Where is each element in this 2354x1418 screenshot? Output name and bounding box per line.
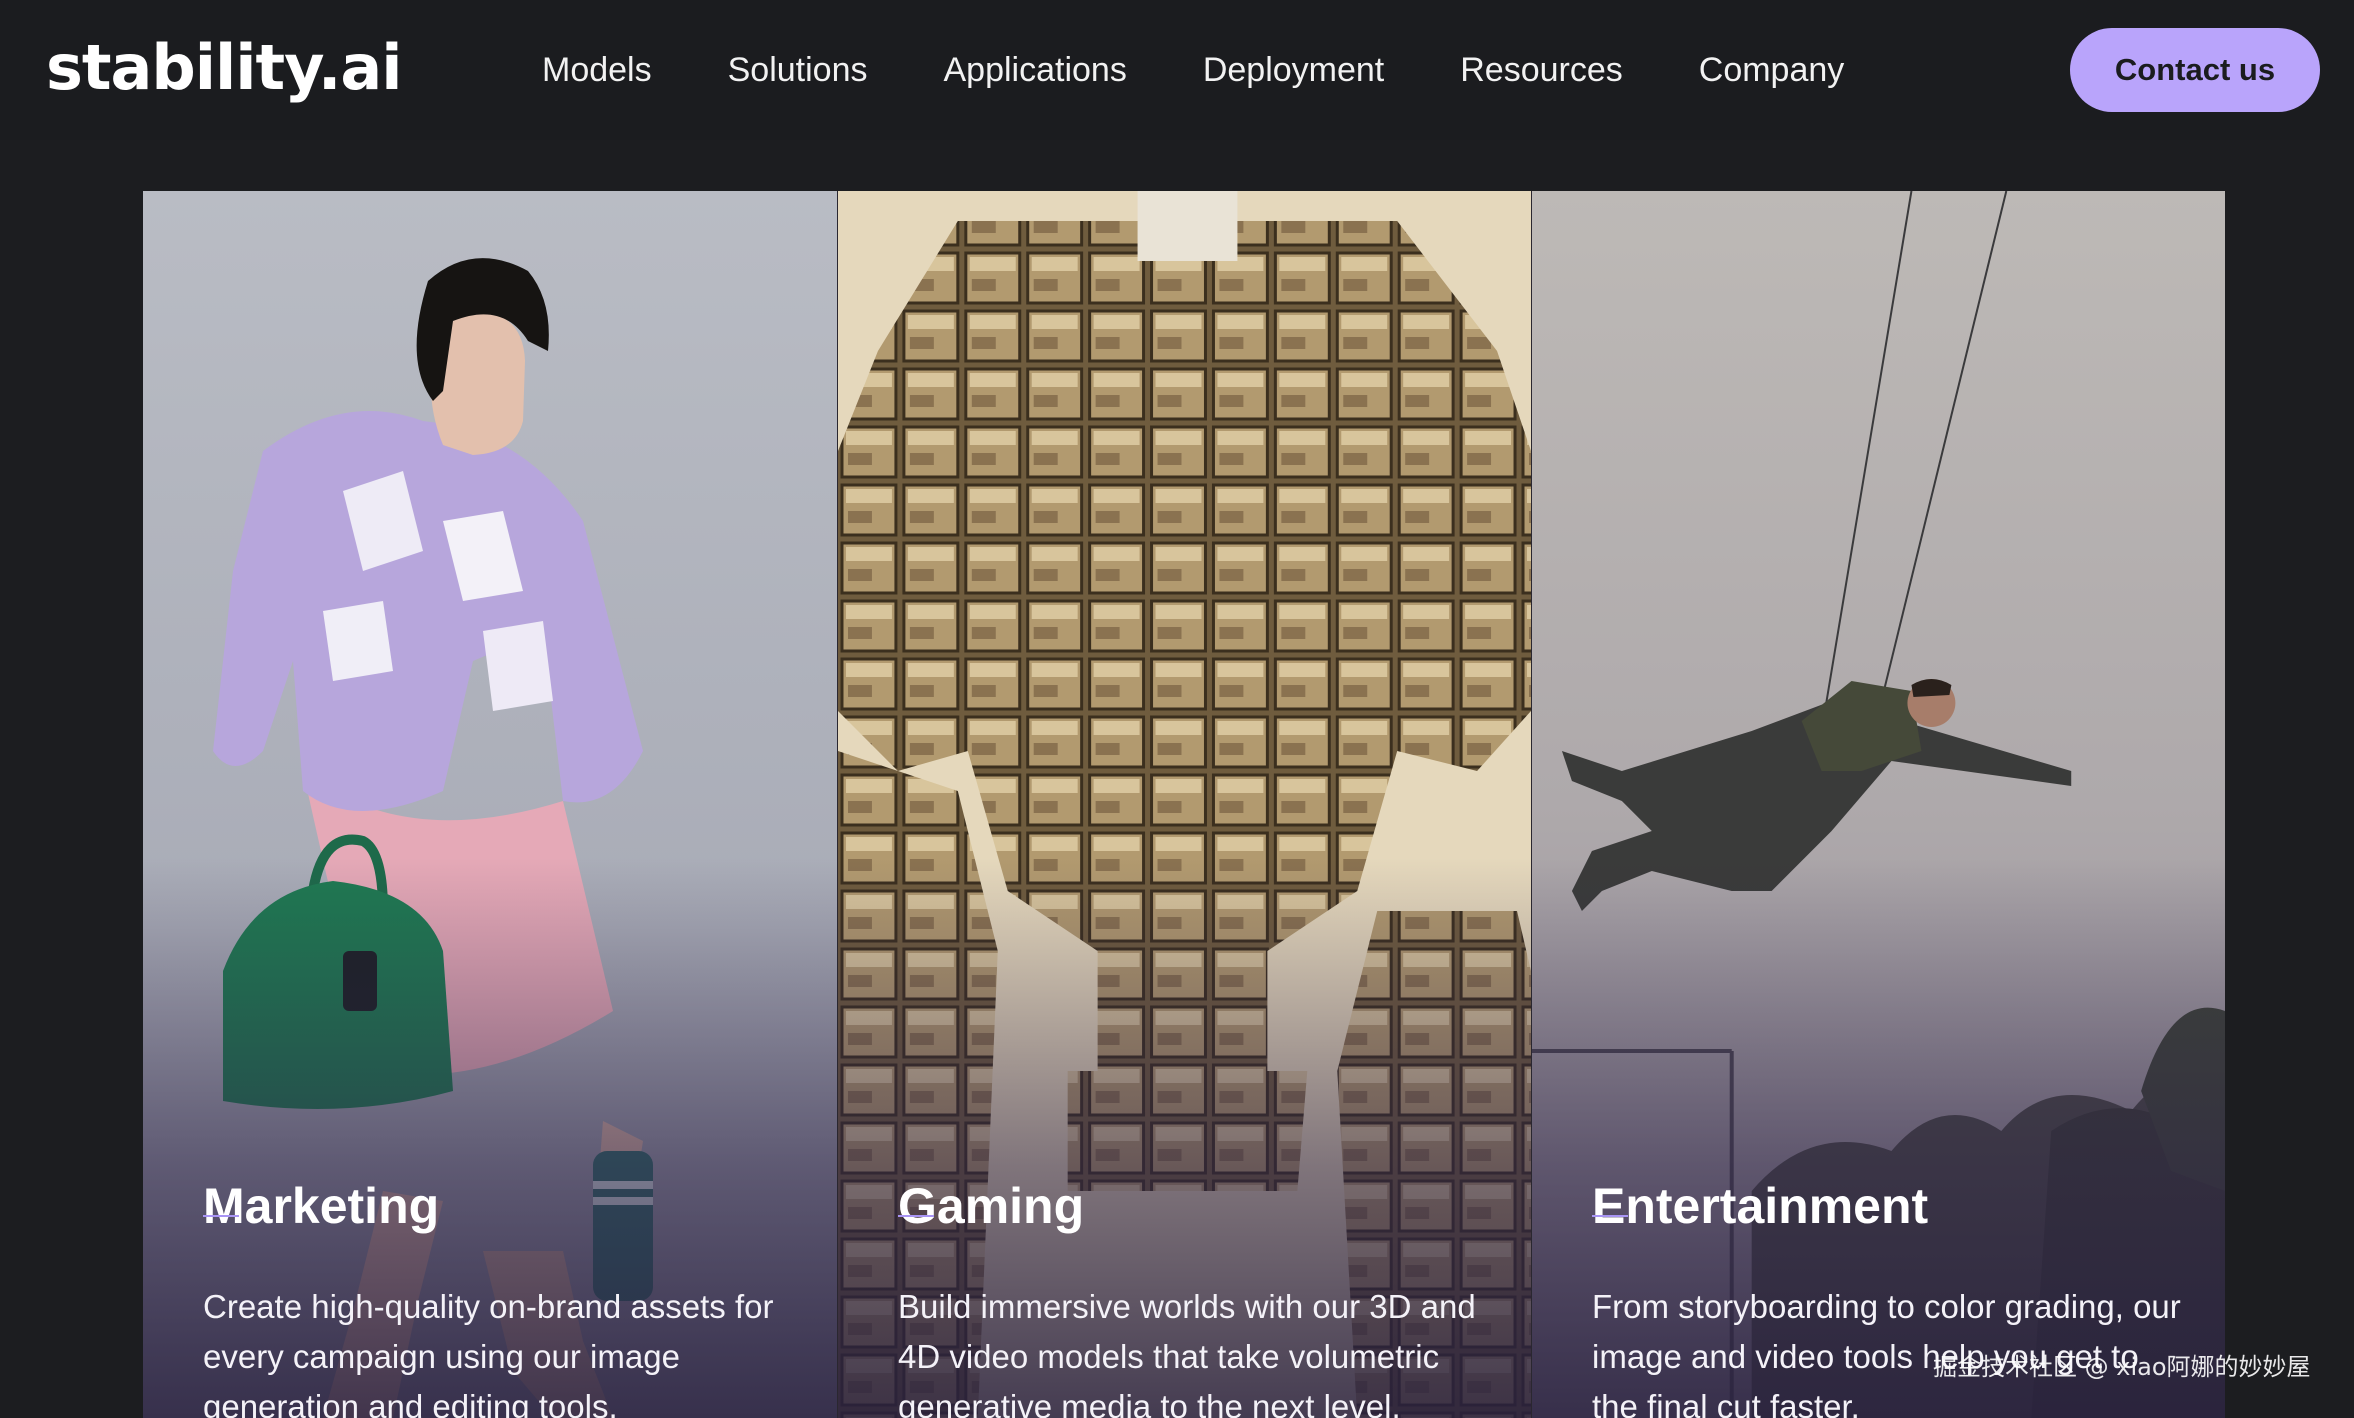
card-title-gaming: Gaming <box>898 1178 1085 1234</box>
stability-logo[interactable]: stability.ai <box>46 22 403 114</box>
card-description-marketing: Create high-quality on-brand assets for … <box>203 1288 774 1418</box>
card-description-entertainment: From storyboarding to color grading, our… <box>1592 1288 2181 1418</box>
card-marketing[interactable]: Marketing Create high-quality on-brand a… <box>143 191 837 1418</box>
nav-link-company[interactable]: Company <box>1699 50 1845 90</box>
nav-link-resources[interactable]: Resources <box>1460 50 1623 90</box>
watermark-text: 掘金技术社区 @ xiao阿娜的妙妙屋 <box>1933 1353 2311 1381</box>
nav-link-solutions[interactable]: Solutions <box>728 50 868 90</box>
nav-link-deployment[interactable]: Deployment <box>1203 50 1384 90</box>
card-title-marketing: Marketing <box>203 1178 440 1234</box>
accent-divider <box>203 1215 239 1217</box>
card-gaming[interactable]: Gaming Build immersive worlds with our 3… <box>837 191 1531 1418</box>
card-title-entertainment: Entertainment <box>1592 1178 1929 1234</box>
nav-link-models[interactable]: Models <box>542 50 652 90</box>
contact-us-button[interactable]: Contact us <box>2070 28 2320 112</box>
nav-link-applications[interactable]: Applications <box>943 50 1126 90</box>
card-description-gaming: Build immersive worlds with our 3D and 4… <box>898 1288 1476 1418</box>
accent-divider <box>1592 1215 1628 1217</box>
main-nav: Models Solutions Applications Deployment… <box>542 0 1920 140</box>
card-entertainment[interactable]: Entertainment From storyboarding to colo… <box>1531 191 2225 1418</box>
top-navigation-bar: stability.ai Models Solutions Applicatio… <box>0 0 2354 140</box>
accent-divider <box>898 1215 934 1217</box>
use-case-cards: Marketing Create high-quality on-brand a… <box>143 191 2225 1418</box>
